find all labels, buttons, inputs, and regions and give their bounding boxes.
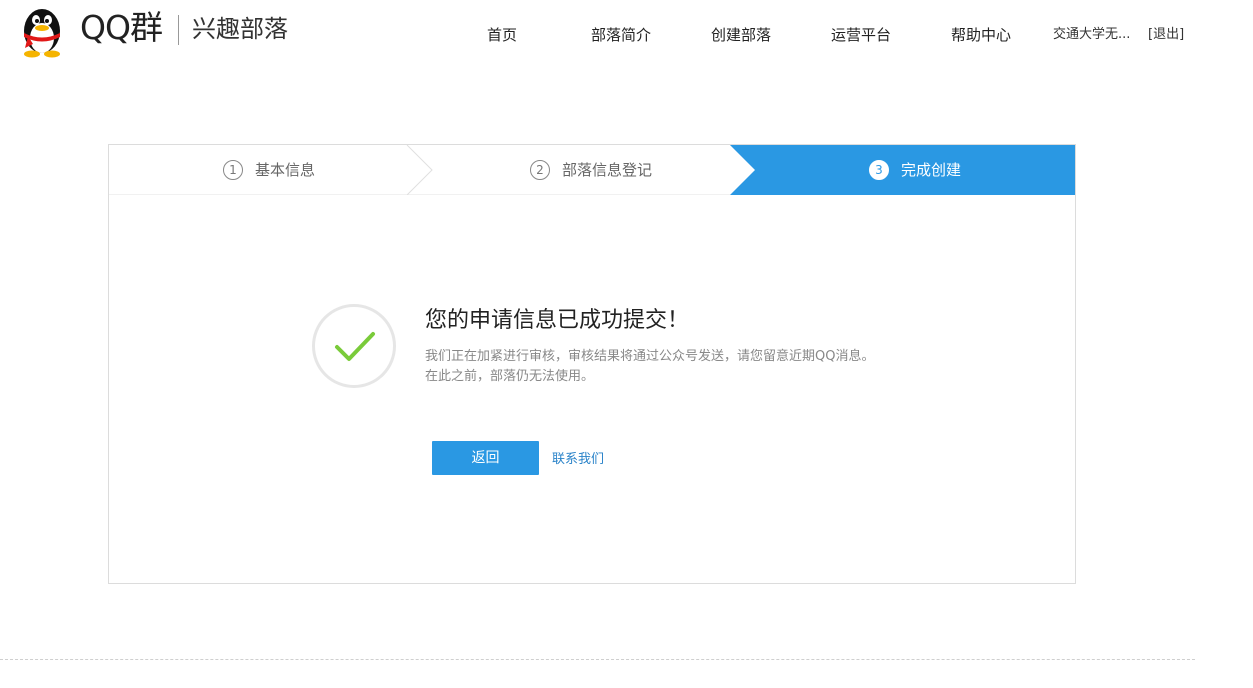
header: QQ群 兴趣部落 首页 部落简介 创建部落 运营平台 帮助中心 交通大学无...… bbox=[0, 0, 1253, 70]
step-registration: 2 部落信息登记 bbox=[530, 159, 652, 181]
nav-item-create[interactable]: 创建部落 bbox=[711, 24, 771, 46]
nav-item-about[interactable]: 部落简介 bbox=[591, 24, 651, 46]
success-title: 您的申请信息已成功提交！ bbox=[425, 308, 690, 333]
footer-divider bbox=[0, 659, 1195, 660]
success-badge bbox=[312, 304, 396, 388]
back-button[interactable]: 返回 bbox=[432, 441, 539, 475]
step-label: 部落信息登记 bbox=[562, 161, 653, 179]
message-line: 在此之前，部落仍无法使用。 bbox=[425, 369, 595, 384]
nav-item-home[interactable]: 首页 bbox=[487, 24, 517, 46]
success-message: 我们正在加紧进行审核，审核结果将通过公众号发送，请您留意近期QQ消息。 在此之前… bbox=[425, 347, 895, 387]
checkmark-icon bbox=[335, 332, 375, 361]
logo-text[interactable]: QQ群 bbox=[80, 6, 163, 50]
nav-item-operations[interactable]: 运营平台 bbox=[831, 24, 891, 46]
step-label: 完成创建 bbox=[901, 161, 962, 179]
logo-subtitle: 兴趣部落 bbox=[192, 15, 288, 43]
logo-divider bbox=[178, 15, 179, 45]
create-tribe-panel: 1 基本信息 2 部落信息登记 3 完成创建 您的申请信息已成功提交！ 我们正在加紧进… bbox=[108, 144, 1076, 584]
qq-penguin-icon[interactable] bbox=[16, 2, 68, 58]
step-number: 2 bbox=[530, 160, 550, 180]
step-label: 基本信息 bbox=[255, 161, 316, 179]
nav-item-help[interactable]: 帮助中心 bbox=[951, 24, 1011, 46]
logout-link[interactable]: [退出] bbox=[1148, 26, 1184, 44]
step-basic-info: 1 基本信息 bbox=[223, 159, 315, 181]
message-line: 我们正在加紧进行审核，审核结果将通过公众号发送，请您留意近期QQ消息。 bbox=[425, 349, 875, 364]
user-name[interactable]: 交通大学无... bbox=[1053, 26, 1130, 44]
step-number: 1 bbox=[223, 160, 243, 180]
step-number: 3 bbox=[869, 160, 889, 180]
contact-us-link[interactable]: 联系我们 bbox=[552, 451, 604, 469]
step-complete: 3 完成创建 bbox=[869, 159, 961, 181]
step-progress-bar: 1 基本信息 2 部落信息登记 3 完成创建 bbox=[109, 145, 1075, 195]
